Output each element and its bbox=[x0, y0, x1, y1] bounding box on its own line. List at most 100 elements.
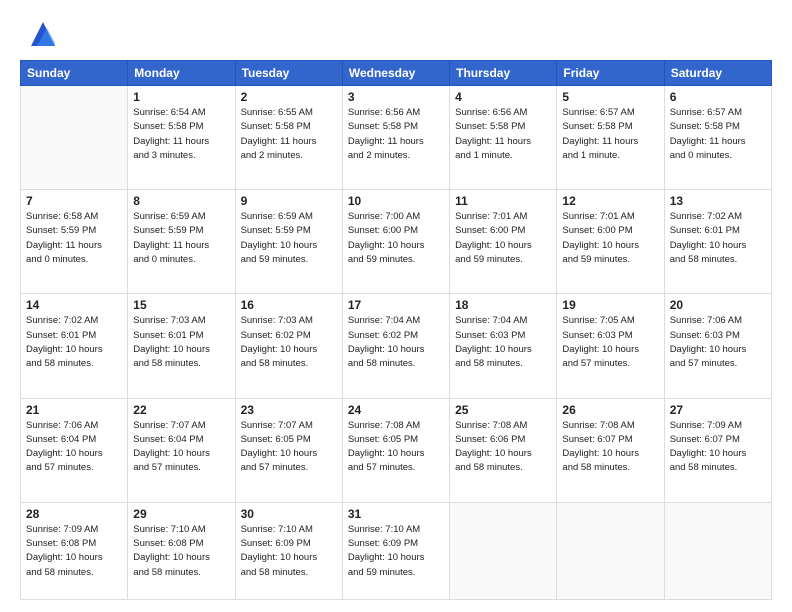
day-info: Sunrise: 7:02 AM Sunset: 6:01 PM Dayligh… bbox=[670, 210, 766, 267]
day-header-friday: Friday bbox=[557, 61, 664, 86]
day-number: 7 bbox=[26, 194, 122, 208]
day-number: 15 bbox=[133, 298, 229, 312]
calendar-cell bbox=[450, 502, 557, 599]
day-info: Sunrise: 6:56 AM Sunset: 5:58 PM Dayligh… bbox=[348, 106, 444, 163]
day-info: Sunrise: 7:09 AM Sunset: 6:07 PM Dayligh… bbox=[670, 419, 766, 476]
day-number: 9 bbox=[241, 194, 337, 208]
day-number: 3 bbox=[348, 90, 444, 104]
day-info: Sunrise: 7:01 AM Sunset: 6:00 PM Dayligh… bbox=[455, 210, 551, 267]
day-number: 12 bbox=[562, 194, 658, 208]
day-info: Sunrise: 7:06 AM Sunset: 6:03 PM Dayligh… bbox=[670, 314, 766, 371]
day-info: Sunrise: 7:05 AM Sunset: 6:03 PM Dayligh… bbox=[562, 314, 658, 371]
calendar-cell: 19 Sunrise: 7:05 AM Sunset: 6:03 PM Dayli… bbox=[557, 294, 664, 398]
day-info: Sunrise: 7:09 AM Sunset: 6:08 PM Dayligh… bbox=[26, 523, 122, 580]
calendar-cell: 6 Sunrise: 6:57 AM Sunset: 5:58 PM Daylig… bbox=[664, 86, 771, 190]
calendar-cell: 20 Sunrise: 7:06 AM Sunset: 6:03 PM Dayli… bbox=[664, 294, 771, 398]
day-info: Sunrise: 7:08 AM Sunset: 6:06 PM Dayligh… bbox=[455, 419, 551, 476]
day-info: Sunrise: 6:58 AM Sunset: 5:59 PM Dayligh… bbox=[26, 210, 122, 267]
day-number: 5 bbox=[562, 90, 658, 104]
day-number: 18 bbox=[455, 298, 551, 312]
day-number: 10 bbox=[348, 194, 444, 208]
day-info: Sunrise: 6:57 AM Sunset: 5:58 PM Dayligh… bbox=[562, 106, 658, 163]
day-number: 4 bbox=[455, 90, 551, 104]
day-info: Sunrise: 7:06 AM Sunset: 6:04 PM Dayligh… bbox=[26, 419, 122, 476]
calendar-cell: 12 Sunrise: 7:01 AM Sunset: 6:00 PM Dayli… bbox=[557, 190, 664, 294]
day-number: 14 bbox=[26, 298, 122, 312]
calendar-cell: 10Sunrise: 7:00 AM Sunset: 6:00 PM Dayli… bbox=[342, 190, 449, 294]
calendar-cell: 9 Sunrise: 6:59 AM Sunset: 5:59 PM Daylig… bbox=[235, 190, 342, 294]
day-info: Sunrise: 7:02 AM Sunset: 6:01 PM Dayligh… bbox=[26, 314, 122, 371]
calendar-cell: 18 Sunrise: 7:04 AM Sunset: 6:03 PM Dayli… bbox=[450, 294, 557, 398]
day-info: Sunrise: 6:55 AM Sunset: 5:58 PM Dayligh… bbox=[241, 106, 337, 163]
day-header-sunday: Sunday bbox=[21, 61, 128, 86]
calendar-cell: 27 Sunrise: 7:09 AM Sunset: 6:07 PM Dayli… bbox=[664, 398, 771, 502]
day-info: Sunrise: 7:03 AM Sunset: 6:02 PM Dayligh… bbox=[241, 314, 337, 371]
calendar-cell: 23 Sunrise: 7:07 AM Sunset: 6:05 PM Dayli… bbox=[235, 398, 342, 502]
day-number: 23 bbox=[241, 403, 337, 417]
day-number: 17 bbox=[348, 298, 444, 312]
day-header-thursday: Thursday bbox=[450, 61, 557, 86]
calendar-cell: 21 Sunrise: 7:06 AM Sunset: 6:04 PM Dayli… bbox=[21, 398, 128, 502]
day-number: 1 bbox=[133, 90, 229, 104]
calendar-cell: 11 Sunrise: 7:01 AM Sunset: 6:00 PM Dayli… bbox=[450, 190, 557, 294]
header bbox=[20, 18, 772, 50]
day-header-wednesday: Wednesday bbox=[342, 61, 449, 86]
calendar-cell bbox=[21, 86, 128, 190]
calendar-cell: 5 Sunrise: 6:57 AM Sunset: 5:58 PM Daylig… bbox=[557, 86, 664, 190]
calendar-cell: 8 Sunrise: 6:59 AM Sunset: 5:59 PM Daylig… bbox=[128, 190, 235, 294]
day-info: Sunrise: 7:04 AM Sunset: 6:03 PM Dayligh… bbox=[455, 314, 551, 371]
day-number: 6 bbox=[670, 90, 766, 104]
day-number: 2 bbox=[241, 90, 337, 104]
day-info: Sunrise: 7:03 AM Sunset: 6:01 PM Dayligh… bbox=[133, 314, 229, 371]
calendar-cell: 30 Sunrise: 7:10 AM Sunset: 6:09 PM Dayli… bbox=[235, 502, 342, 599]
day-number: 22 bbox=[133, 403, 229, 417]
calendar-cell: 29Sunrise: 7:10 AM Sunset: 6:08 PM Dayli… bbox=[128, 502, 235, 599]
logo-icon bbox=[23, 18, 55, 50]
day-number: 20 bbox=[670, 298, 766, 312]
day-info: Sunrise: 7:08 AM Sunset: 6:07 PM Dayligh… bbox=[562, 419, 658, 476]
day-info: Sunrise: 7:07 AM Sunset: 6:05 PM Dayligh… bbox=[241, 419, 337, 476]
day-number: 8 bbox=[133, 194, 229, 208]
day-number: 11 bbox=[455, 194, 551, 208]
calendar-cell: 13 Sunrise: 7:02 AM Sunset: 6:01 PM Dayli… bbox=[664, 190, 771, 294]
calendar-cell: 31 Sunrise: 7:10 AM Sunset: 6:09 PM Dayli… bbox=[342, 502, 449, 599]
calendar-cell: 2 Sunrise: 6:55 AM Sunset: 5:58 PM Daylig… bbox=[235, 86, 342, 190]
calendar-cell: 1 Sunrise: 6:54 AM Sunset: 5:58 PM Daylig… bbox=[128, 86, 235, 190]
calendar-cell: 7 Sunrise: 6:58 AM Sunset: 5:59 PM Daylig… bbox=[21, 190, 128, 294]
day-number: 28 bbox=[26, 507, 122, 521]
day-info: Sunrise: 7:07 AM Sunset: 6:04 PM Dayligh… bbox=[133, 419, 229, 476]
calendar-cell: 16 Sunrise: 7:03 AM Sunset: 6:02 PM Dayli… bbox=[235, 294, 342, 398]
day-number: 21 bbox=[26, 403, 122, 417]
day-info: Sunrise: 7:04 AM Sunset: 6:02 PM Dayligh… bbox=[348, 314, 444, 371]
calendar-table: SundayMondayTuesdayWednesdayThursdayFrid… bbox=[20, 60, 772, 600]
day-info: Sunrise: 7:01 AM Sunset: 6:00 PM Dayligh… bbox=[562, 210, 658, 267]
day-info: Sunrise: 7:08 AM Sunset: 6:05 PM Dayligh… bbox=[348, 419, 444, 476]
day-number: 27 bbox=[670, 403, 766, 417]
day-info: Sunrise: 6:57 AM Sunset: 5:58 PM Dayligh… bbox=[670, 106, 766, 163]
day-number: 16 bbox=[241, 298, 337, 312]
calendar-cell: 17 Sunrise: 7:04 AM Sunset: 6:02 PM Dayli… bbox=[342, 294, 449, 398]
calendar-cell bbox=[664, 502, 771, 599]
day-number: 31 bbox=[348, 507, 444, 521]
calendar-cell: 15 Sunrise: 7:03 AM Sunset: 6:01 PM Dayli… bbox=[128, 294, 235, 398]
page: SundayMondayTuesdayWednesdayThursdayFrid… bbox=[0, 0, 792, 612]
day-number: 13 bbox=[670, 194, 766, 208]
calendar-cell: 28 Sunrise: 7:09 AM Sunset: 6:08 PM Dayli… bbox=[21, 502, 128, 599]
day-number: 25 bbox=[455, 403, 551, 417]
calendar-cell: 26Sunrise: 7:08 AM Sunset: 6:07 PM Dayli… bbox=[557, 398, 664, 502]
day-number: 30 bbox=[241, 507, 337, 521]
day-info: Sunrise: 6:59 AM Sunset: 5:59 PM Dayligh… bbox=[133, 210, 229, 267]
day-header-saturday: Saturday bbox=[664, 61, 771, 86]
day-number: 24 bbox=[348, 403, 444, 417]
day-info: Sunrise: 6:56 AM Sunset: 5:58 PM Dayligh… bbox=[455, 106, 551, 163]
day-info: Sunrise: 7:10 AM Sunset: 6:09 PM Dayligh… bbox=[348, 523, 444, 580]
calendar-header-row: SundayMondayTuesdayWednesdayThursdayFrid… bbox=[21, 61, 772, 86]
day-info: Sunrise: 6:59 AM Sunset: 5:59 PM Dayligh… bbox=[241, 210, 337, 267]
day-info: Sunrise: 6:54 AM Sunset: 5:58 PM Dayligh… bbox=[133, 106, 229, 163]
calendar-cell: 14 Sunrise: 7:02 AM Sunset: 6:01 PM Dayli… bbox=[21, 294, 128, 398]
calendar-cell bbox=[557, 502, 664, 599]
day-number: 19 bbox=[562, 298, 658, 312]
day-info: Sunrise: 7:10 AM Sunset: 6:09 PM Dayligh… bbox=[241, 523, 337, 580]
day-header-tuesday: Tuesday bbox=[235, 61, 342, 86]
calendar-cell: 25 Sunrise: 7:08 AM Sunset: 6:06 PM Dayli… bbox=[450, 398, 557, 502]
